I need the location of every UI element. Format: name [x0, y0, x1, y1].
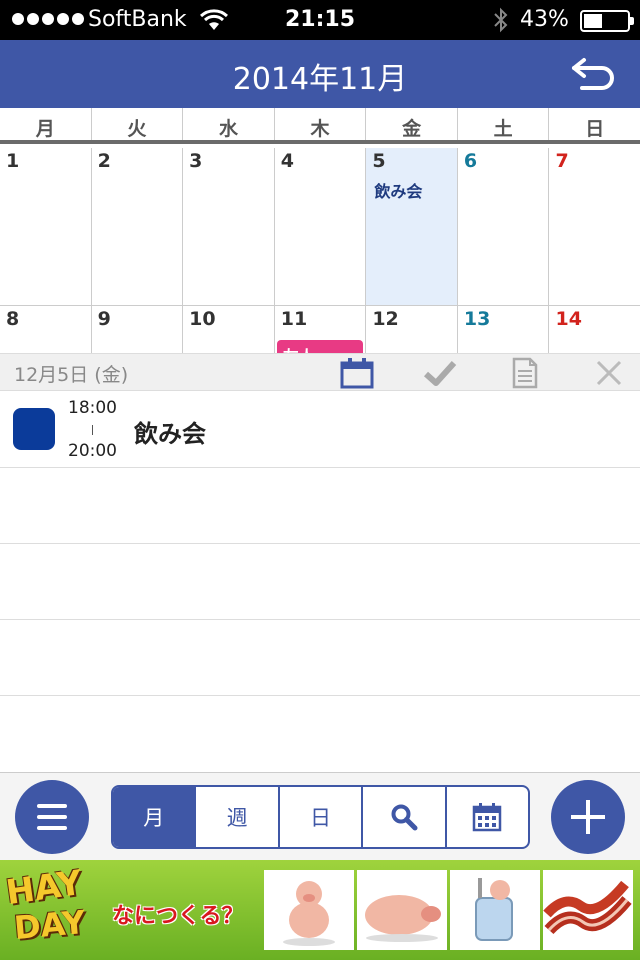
- month-title: 2014年11月: [232, 62, 408, 97]
- calendar-week: 1 2 3 4 5 飲み会 6 7: [0, 148, 640, 306]
- checkmark-icon[interactable]: [423, 357, 457, 389]
- ad-image-bacon: [543, 870, 633, 950]
- day-number: 3: [189, 150, 203, 172]
- tab-calendar[interactable]: [447, 787, 528, 847]
- view-switcher: 月 週 日: [111, 785, 530, 849]
- event-end-time: 20:00: [68, 441, 117, 461]
- calendar-day-10[interactable]: 10: [183, 306, 275, 353]
- selected-date: 12月5日 (金): [14, 364, 129, 386]
- weekday-fri: 金: [366, 108, 458, 140]
- day-number: 4: [280, 150, 294, 172]
- menu-button[interactable]: [15, 780, 89, 854]
- battery-percent: 43%: [520, 7, 569, 32]
- calendar-day-11[interactable]: 11 友人: [275, 306, 367, 353]
- day-number: 9: [97, 308, 111, 330]
- date-toolbar: 12月5日 (金): [0, 353, 640, 391]
- calendar-event: 飲み会: [374, 182, 423, 201]
- weekday-sun: 日: [585, 118, 605, 140]
- event-title: 飲み会: [134, 420, 206, 448]
- plus-icon: [571, 800, 605, 834]
- empty-row: [0, 696, 640, 772]
- calendar-grid: 1 2 3 4 5 飲み会 6 7 8 9 10 11 友人 12 13 14: [0, 148, 640, 353]
- logo-line2: DAY: [12, 902, 87, 948]
- day-number: 10: [189, 308, 216, 330]
- day-number: 12: [372, 308, 399, 330]
- day-number: 8: [6, 308, 20, 330]
- hayday-logo: HAY DAY: [4, 863, 106, 954]
- ad-image-pig-machine: [450, 870, 540, 950]
- ad-banner[interactable]: HAY DAY なにつくる？: [0, 860, 640, 960]
- calendar-grid-icon: [473, 803, 502, 832]
- calendar-day-4[interactable]: 4: [275, 148, 367, 305]
- hamburger-icon: [37, 804, 67, 830]
- ad-image-pig-lying: [357, 870, 447, 950]
- calendar-day-5[interactable]: 5 飲み会: [366, 148, 458, 305]
- search-icon: [391, 804, 418, 831]
- weekday-thu: 木: [275, 108, 367, 140]
- day-number: 1: [6, 150, 20, 172]
- empty-row: [0, 620, 640, 696]
- weekday-mon: 月: [0, 108, 92, 140]
- calendar-icon[interactable]: [340, 357, 374, 389]
- calendar-day-6[interactable]: 6: [458, 148, 550, 305]
- battery-icon: [580, 10, 634, 32]
- calendar-day-12[interactable]: 12: [366, 306, 458, 353]
- day-number: 2: [97, 150, 111, 172]
- ad-image-pig-standing: [264, 870, 354, 950]
- header: 2014年11月: [0, 40, 640, 108]
- calendar-day-2[interactable]: 2: [92, 148, 184, 305]
- weekday-wed: 水: [183, 108, 275, 140]
- day-number: 5: [372, 150, 386, 172]
- calendar-day-3[interactable]: 3: [183, 148, 275, 305]
- day-number: 6: [463, 150, 478, 172]
- tab-search[interactable]: [363, 787, 447, 847]
- add-event-button[interactable]: [551, 780, 625, 854]
- day-number: 7: [555, 150, 569, 172]
- tab-week[interactable]: 週: [196, 787, 280, 847]
- calendar-day-7[interactable]: 7: [549, 148, 640, 305]
- ad-copy: なにつくる？: [112, 904, 244, 929]
- calendar-week: 8 9 10 11 友人 12 13 14: [0, 306, 640, 353]
- memo-icon[interactable]: [508, 357, 542, 389]
- bottom-toolbar: 月 週 日: [0, 772, 640, 860]
- weekday-header: 月 火 水 木 金 土 日: [0, 108, 640, 144]
- calendar-day-1[interactable]: 1: [0, 148, 92, 305]
- event-start-time: 18:00: [68, 398, 117, 418]
- bluetooth-icon: [494, 7, 508, 33]
- empty-row: [0, 468, 640, 544]
- event-color-swatch: [13, 408, 55, 450]
- back-icon[interactable]: [570, 54, 620, 94]
- schedule-item[interactable]: 18:00 20:00 飲み会: [0, 392, 640, 468]
- day-number: 13: [463, 308, 491, 330]
- calendar-event: 友人: [276, 340, 364, 353]
- weekday-sat: 土: [458, 108, 550, 140]
- empty-row: [0, 544, 640, 620]
- time-separator: [92, 425, 93, 435]
- calendar-day-13[interactable]: 13: [458, 306, 550, 353]
- schedule-list: 18:00 20:00 飲み会: [0, 392, 640, 772]
- status-bar: SoftBank 21:15 43%: [0, 0, 640, 40]
- day-number: 14: [555, 308, 582, 330]
- calendar-day-8[interactable]: 8: [0, 306, 92, 353]
- tab-month[interactable]: 月: [113, 787, 197, 847]
- calendar-day-9[interactable]: 9: [92, 306, 184, 353]
- tab-day[interactable]: 日: [280, 787, 364, 847]
- day-number: 11: [280, 308, 308, 330]
- calendar-day-14[interactable]: 14: [549, 306, 640, 353]
- close-icon[interactable]: [592, 357, 626, 389]
- weekday-tue: 火: [92, 108, 184, 140]
